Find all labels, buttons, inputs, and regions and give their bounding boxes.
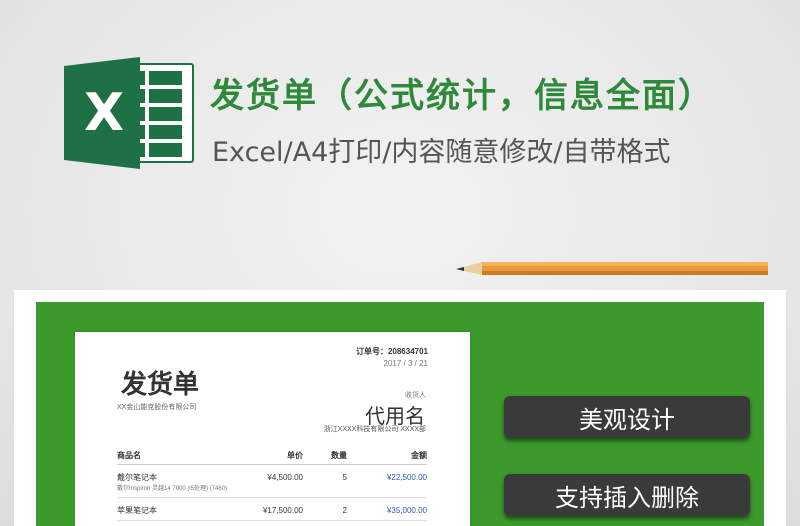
recipient-address: 浙江XXXX科技有限公司 XXXX部 <box>323 426 426 433</box>
item-amount: ¥22,500.00 <box>386 472 427 482</box>
item-description: 戴尔Inspiron 灵越14 7000 (i5处理) (7460) <box>117 486 228 492</box>
table-row: 苹果笔记本 ¥17,500.00 2 ¥35,000.00 <box>117 498 427 521</box>
item-price: ¥17,500.00 <box>262 505 303 515</box>
column-header: 单价 <box>287 450 303 460</box>
logo-letter: X <box>83 83 125 143</box>
logo-tile: X <box>64 57 140 169</box>
item-name: 戴尔笔记本 <box>117 472 157 482</box>
page-subtitle: Excel/A4打印/内容随意修改/自带格式 <box>212 137 671 168</box>
invoice-table: 商品名 单价 数量 金额 戴尔笔记本 ¥4,500.00 5 ¥22,500.0… <box>117 446 427 521</box>
table-row: 戴尔笔记本 ¥4,500.00 5 ¥22,500.00 戴尔Inspiron … <box>117 465 427 498</box>
column-header: 金额 <box>411 450 427 460</box>
invoice-title: 发货单 <box>121 370 200 400</box>
insert-delete-button[interactable]: 支持插入删除 <box>504 474 750 516</box>
page-title: 发货单（公式统计，信息全面） <box>210 76 714 116</box>
order-number: 订单号：208634701 <box>355 347 428 356</box>
design-button[interactable]: 美观设计 <box>504 396 750 438</box>
recipient-label: 收货人 <box>405 392 426 399</box>
item-price: ¥4,500.00 <box>267 472 303 482</box>
invoice-preview: 订单号：208634701 2017 / 3 / 21 发货单 XX金山能克股份… <box>75 332 470 526</box>
item-name: 苹果笔记本 <box>117 505 157 515</box>
excel-icon: X <box>64 57 196 169</box>
column-header: 数量 <box>331 450 347 460</box>
pencil-icon <box>456 262 768 275</box>
table-header: 商品名 单价 数量 金额 <box>117 446 427 465</box>
company-name: XX金山能克股份有限公司 <box>117 404 197 411</box>
item-qty: 2 <box>342 505 347 515</box>
item-qty: 5 <box>342 472 347 482</box>
item-amount: ¥35,000.00 <box>386 505 427 515</box>
order-date: 2017 / 3 / 21 <box>383 359 428 368</box>
column-header: 商品名 <box>117 450 141 460</box>
